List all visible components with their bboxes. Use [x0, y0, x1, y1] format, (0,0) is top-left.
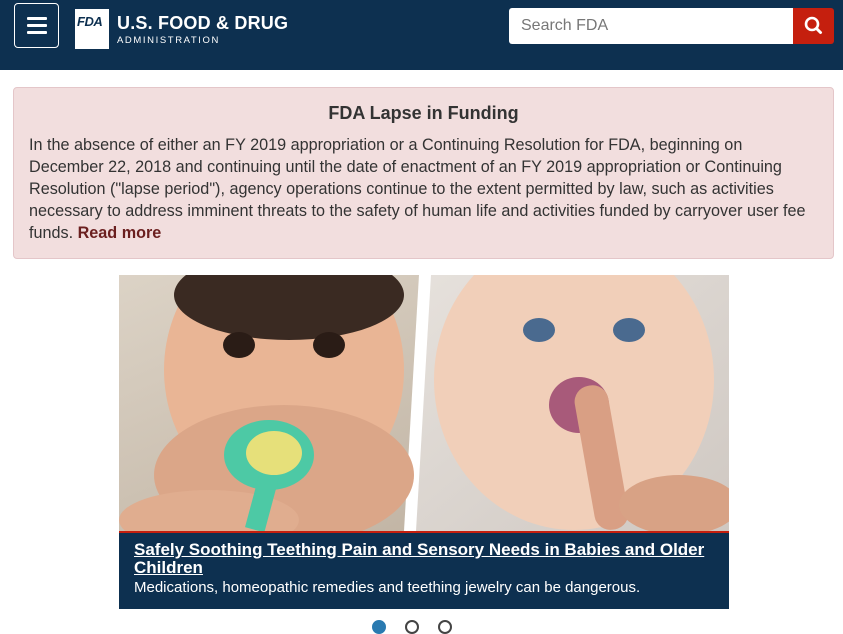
carousel-dot-2[interactable]: [405, 620, 419, 634]
site-header: FDA U.S. FOOD & DRUG ADMINISTRATION: [0, 0, 843, 70]
search-input[interactable]: [509, 8, 793, 44]
logo-subtitle: ADMINISTRATION: [117, 35, 220, 46]
search-icon: [804, 16, 822, 34]
carousel-caption: Safely Soothing Teething Pain and Sensor…: [119, 531, 729, 609]
logo-title: U.S. FOOD & DRUG: [117, 13, 289, 33]
carousel-dot-3[interactable]: [438, 620, 452, 634]
funding-lapse-alert: FDA Lapse in Funding In the absence of e…: [13, 87, 834, 259]
menu-button[interactable]: [14, 3, 59, 48]
carousel-dot-1[interactable]: [372, 620, 386, 634]
fda-logo-badge: FDA: [75, 9, 109, 49]
carousel-caption-text: Medications, homeopathic remedies and te…: [134, 579, 641, 596]
alert-body: In the absence of either an FY 2019 appr…: [29, 134, 819, 244]
carousel-image[interactable]: [119, 275, 729, 531]
read-more-link[interactable]: Read more: [78, 224, 162, 242]
carousel-caption-title[interactable]: Safely Soothing Teething Pain and Sensor…: [134, 541, 714, 577]
alert-title: FDA Lapse in Funding: [328, 103, 519, 123]
featured-carousel: Safely Soothing Teething Pain and Sensor…: [119, 275, 729, 609]
search-button[interactable]: [793, 8, 834, 44]
